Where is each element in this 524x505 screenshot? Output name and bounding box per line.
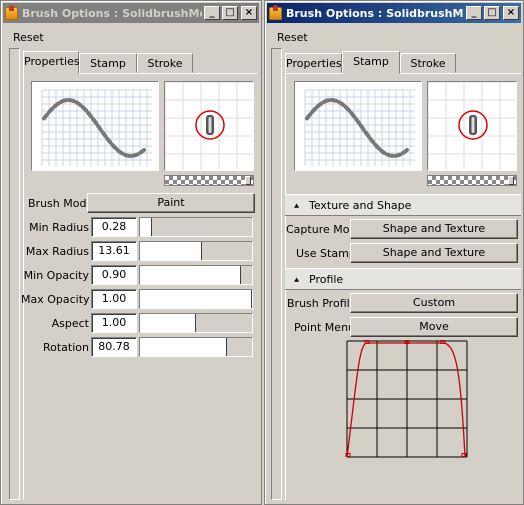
capture-mode-button[interactable]: Shape and Texture (350, 219, 518, 239)
title-bar[interactable]: Brush Options : SolidbrushMe... _ □ × (3, 3, 259, 23)
texture-strip-handle[interactable] (245, 176, 251, 185)
brush-profile-label: Brush Profile (287, 297, 357, 310)
window-title: Brush Options : SolidbrushMe... (22, 6, 202, 20)
texture-strip-handle[interactable] (508, 176, 514, 185)
rotation-slider[interactable] (139, 337, 253, 357)
min-opacity-label: Min Opacity (23, 269, 89, 282)
stamp-preview (427, 81, 517, 171)
brush-mode-button[interactable]: Paint (87, 193, 255, 213)
min-opacity-slider-fill (140, 266, 241, 284)
min-opacity-slider[interactable] (139, 265, 253, 285)
tab-stamp[interactable]: Stamp (79, 53, 137, 73)
close-icon[interactable]: × (503, 6, 519, 20)
stroke-preview (294, 81, 422, 171)
texture-strip[interactable] (427, 175, 517, 186)
section-title: Texture and Shape (309, 199, 412, 212)
rotation-label: Rotation (42, 341, 89, 354)
min-radius-slider[interactable] (139, 217, 253, 237)
aspect-label: Aspect (51, 317, 89, 330)
side-strip (9, 48, 20, 500)
use-stamp-label: Use Stamp (296, 247, 356, 260)
title-bar[interactable]: Brush Options : SolidbrushMe... _ □ × (267, 3, 521, 23)
tab-stroke[interactable]: Stroke (137, 53, 193, 73)
aspect-slider[interactable] (139, 313, 253, 333)
tab-stroke[interactable]: Stroke (400, 53, 456, 73)
texture-strip[interactable] (164, 175, 254, 186)
rotation-slider-fill (140, 338, 227, 356)
close-icon[interactable]: × (241, 6, 257, 20)
side-strip (271, 48, 282, 500)
point-menu-label: Point Menu (294, 321, 356, 334)
max-radius-slider-fill (140, 242, 202, 260)
brush-profile-button[interactable]: Custom (350, 293, 518, 313)
rotation-field[interactable]: 80.78 (91, 337, 137, 357)
reset-menu[interactable]: Reset (277, 31, 308, 44)
min-opacity-field[interactable]: 0.90 (91, 265, 137, 285)
max-radius-field[interactable]: 13.61 (91, 241, 137, 261)
window-title: Brush Options : SolidbrushMe... (286, 6, 464, 20)
max-radius-slider[interactable] (139, 241, 253, 261)
brush-mode-label: Brush Mode (28, 197, 94, 210)
aspect-field[interactable]: 1.00 (91, 313, 137, 333)
section-title: Profile (309, 273, 344, 286)
reset-menu[interactable]: Reset (13, 31, 44, 44)
stroke-preview (31, 81, 159, 171)
use-stamp-button[interactable]: Shape and Texture (350, 243, 518, 263)
max-radius-label: Max Radius (25, 245, 89, 258)
profile-curve-editor[interactable] (345, 339, 469, 459)
collapse-icon[interactable]: ⯅ (293, 197, 303, 218)
texture-and-shape-header[interactable]: ⯅ Texture and Shape (285, 194, 521, 216)
brush-options-window-right: Brush Options : SolidbrushMe... _ □ × Re… (264, 0, 524, 505)
stamp-preview (164, 81, 254, 171)
maximize-icon[interactable]: □ (484, 6, 500, 20)
maximize-icon[interactable]: □ (222, 6, 238, 20)
collapse-icon[interactable]: ⯅ (293, 271, 303, 292)
max-opacity-label: Max Opacity (21, 293, 90, 306)
app-icon (269, 4, 282, 20)
brush-options-window-left: Brush Options : SolidbrushMe... _ □ × Re… (0, 0, 262, 505)
app-icon (5, 4, 18, 20)
tab-properties[interactable]: Properties (23, 51, 80, 74)
min-radius-field[interactable]: 0.28 (91, 217, 137, 237)
min-radius-slider-fill (140, 218, 152, 236)
aspect-slider-fill (140, 314, 196, 332)
profile-header[interactable]: ⯅ Profile (285, 268, 521, 290)
minimize-icon[interactable]: _ (466, 6, 482, 20)
max-opacity-slider[interactable] (139, 289, 253, 309)
max-opacity-slider-fill (140, 290, 252, 308)
minimize-icon[interactable]: _ (204, 6, 220, 20)
tab-stamp[interactable]: Stamp (342, 51, 400, 74)
tab-properties[interactable]: Properties (285, 53, 342, 73)
max-opacity-field[interactable]: 1.00 (91, 289, 137, 309)
point-menu-button[interactable]: Move (350, 317, 518, 337)
min-radius-label: Min Radius (29, 221, 89, 234)
